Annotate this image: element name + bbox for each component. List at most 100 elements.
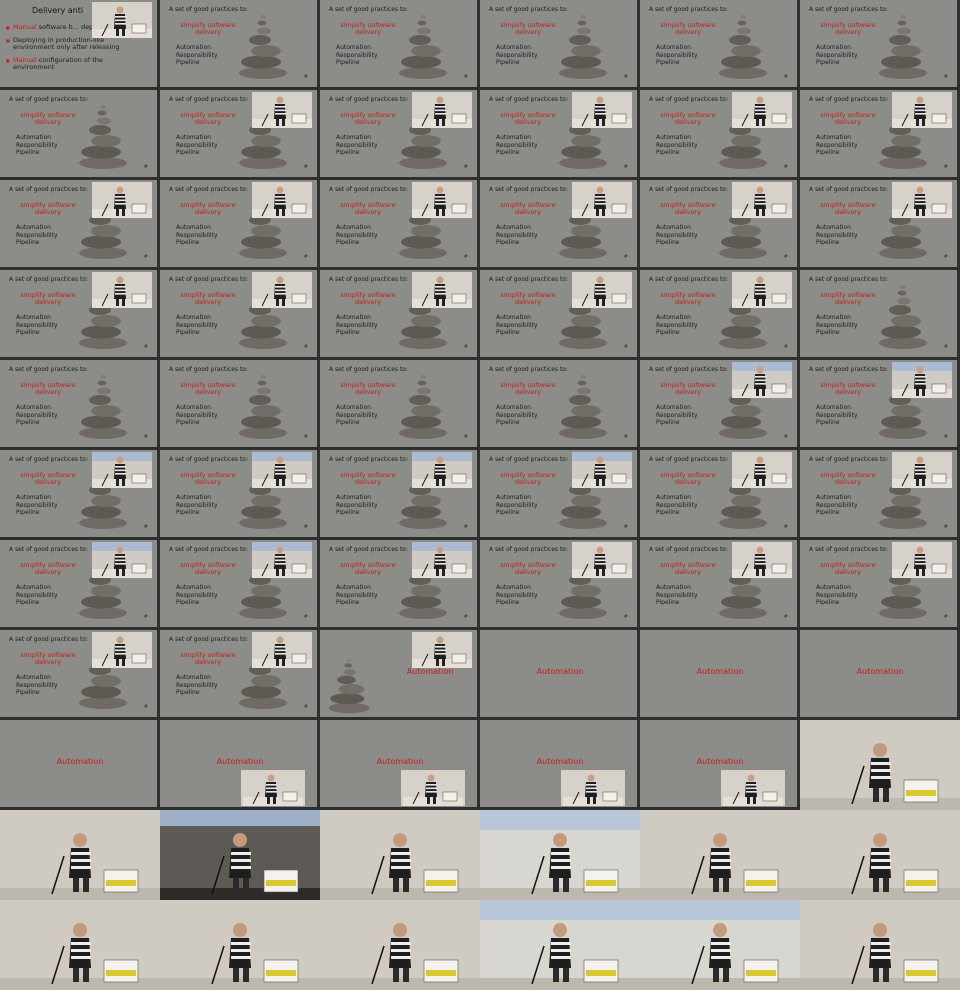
slide-number: # <box>463 614 468 620</box>
video-frame-thumbnail <box>640 900 800 990</box>
video-frame-thumbnail <box>160 810 320 900</box>
video-frame-thumbnail: Automation <box>480 630 640 720</box>
slide-subtitle-line-2: delivery <box>514 118 542 126</box>
slide-subtitle-line-2: delivery <box>674 298 702 306</box>
slide-topic-item: Responsibility <box>176 321 218 329</box>
slide-topic-item: Pipeline <box>336 239 360 246</box>
slide-topic-list: Automation Responsibility Pipeline <box>16 314 58 337</box>
automation-title: Automation <box>536 757 584 766</box>
presenter-inset-video <box>412 92 472 128</box>
presenter-inset-video <box>412 182 472 218</box>
slide-topic-list: Automation Responsibility Pipeline <box>336 224 378 247</box>
video-frame-thumbnail <box>320 900 480 990</box>
presenter-inset-video <box>92 632 152 668</box>
presenter-inset-video <box>412 542 472 578</box>
slide-subtitle-line-2: delivery <box>34 298 62 306</box>
stacked-stones-image <box>556 12 610 80</box>
slide-subtitle-line-2: delivery <box>34 568 62 576</box>
stacked-stones-image <box>396 12 450 80</box>
slide-topic-item: Automation <box>656 224 691 231</box>
slide-subtitle-line-2: delivery <box>514 478 542 486</box>
slide-topic-item: Pipeline <box>336 329 360 336</box>
slide-topic-item: Responsibility <box>336 51 378 59</box>
slide-subtitle-line-2: delivery <box>834 298 862 306</box>
slide-topic-item: Pipeline <box>336 59 360 66</box>
slide-topic-list: Automation Responsibility Pipeline <box>16 494 58 517</box>
slide-subtitle-line-2: delivery <box>354 478 382 486</box>
slide-subtitle-line-2: delivery <box>834 568 862 576</box>
slide-topic-item: Pipeline <box>656 329 680 336</box>
stacked-stones-image <box>876 282 930 350</box>
slide-topic-item: Automation <box>16 314 51 321</box>
slide-topic-item: Responsibility <box>16 321 58 329</box>
slide-topic-list: Automation Responsibility Pipeline <box>16 134 58 157</box>
slide-number: # <box>303 164 308 170</box>
slide-topic-item: Responsibility <box>816 591 858 599</box>
slide-topic-item: Automation <box>16 134 51 141</box>
presenter-inset-video <box>252 452 312 488</box>
slide-topic-list: Automation Responsibility Pipeline <box>336 134 378 157</box>
video-frame-thumbnail <box>0 810 160 900</box>
video-frame-thumbnail: A set of good practices to: simplify soft… <box>640 180 800 270</box>
video-frame-thumbnail: A set of good practices to: simplify soft… <box>640 450 800 540</box>
slide-topic-item: Automation <box>176 674 211 681</box>
slide-topic-list: Automation Responsibility Pipeline <box>176 494 218 517</box>
presenter-inset-video <box>732 92 792 128</box>
video-frame-thumbnail: Automation <box>320 720 480 810</box>
slide-topic-item: Pipeline <box>176 689 200 696</box>
slide-topic-item: Automation <box>496 224 531 231</box>
video-frame-thumbnail: Automation <box>800 630 960 720</box>
presenter-inset-video <box>92 542 152 578</box>
slide-number: # <box>463 74 468 80</box>
slide-topic-item: Pipeline <box>336 599 360 606</box>
automation-title: Automation <box>406 667 454 676</box>
slide-subtitle-line-2: delivery <box>194 388 222 396</box>
slide-number: # <box>623 524 628 530</box>
slide-subtitle-line-2: delivery <box>194 208 222 216</box>
slide-topic-item: Responsibility <box>16 591 58 599</box>
slide-topic-list: Automation Responsibility Pipeline <box>496 314 538 337</box>
slide-number: # <box>783 254 788 260</box>
video-frame-thumbnail: Automation <box>640 630 800 720</box>
presenter-photo <box>160 810 320 900</box>
presenter-inset-video <box>732 542 792 578</box>
slide-topic-item: Automation <box>336 314 371 321</box>
slide-topic-item: Responsibility <box>336 411 378 419</box>
slide-subtitle-line-2: delivery <box>34 118 62 126</box>
video-frame-thumbnail: A set of good practices to: simplify soft… <box>160 0 320 90</box>
slide-number: # <box>623 74 628 80</box>
slide-topic-item: Responsibility <box>656 51 698 59</box>
slide-number: # <box>303 74 308 80</box>
slide-number: # <box>623 344 628 350</box>
slide-topic-list: Automation Responsibility Pipeline <box>816 404 858 427</box>
video-frame-thumbnail: A set of good practices to: simplify soft… <box>800 540 960 630</box>
slide-subtitle-line-2: delivery <box>34 478 62 486</box>
slide-topic-item: Pipeline <box>816 239 840 246</box>
slide-topic-item: Pipeline <box>176 239 200 246</box>
slide-subtitle-line-2: delivery <box>354 568 382 576</box>
slide-topic-list: Automation Responsibility Pipeline <box>816 134 858 157</box>
slide-topic-item: Pipeline <box>656 599 680 606</box>
presenter-inset-video <box>721 770 785 806</box>
slide-subtitle-line-2: delivery <box>194 568 222 576</box>
slide-topic-item: Pipeline <box>16 689 40 696</box>
slide-topic-item: Automation <box>176 494 211 501</box>
video-frame-thumbnail: A set of good practices to: simplify soft… <box>800 0 960 90</box>
slide-subtitle-line-2: delivery <box>674 118 702 126</box>
video-frame-thumbnail: Automation <box>0 720 160 810</box>
video-frame-thumbnail <box>640 810 800 900</box>
video-frame-thumbnail: A set of good practices to: simplify soft… <box>160 540 320 630</box>
video-frame-thumbnail: A set of good practices to: simplify soft… <box>0 630 160 720</box>
presenter-inset-video <box>401 770 465 806</box>
presenter-inset-video <box>572 182 632 218</box>
slide-topic-list: Automation Responsibility Pipeline <box>336 404 378 427</box>
slide-topic-item: Responsibility <box>816 231 858 239</box>
slide-topic-item: Pipeline <box>496 329 520 336</box>
slide-topic-item: Responsibility <box>16 231 58 239</box>
slide-topic-item: Automation <box>816 404 851 411</box>
slide-topic-item: Automation <box>16 404 51 411</box>
slide-number: # <box>303 614 308 620</box>
slide-topic-item: Responsibility <box>336 501 378 509</box>
slide-subtitle-line-2: delivery <box>514 388 542 396</box>
slide-topic-item: Responsibility <box>656 591 698 599</box>
